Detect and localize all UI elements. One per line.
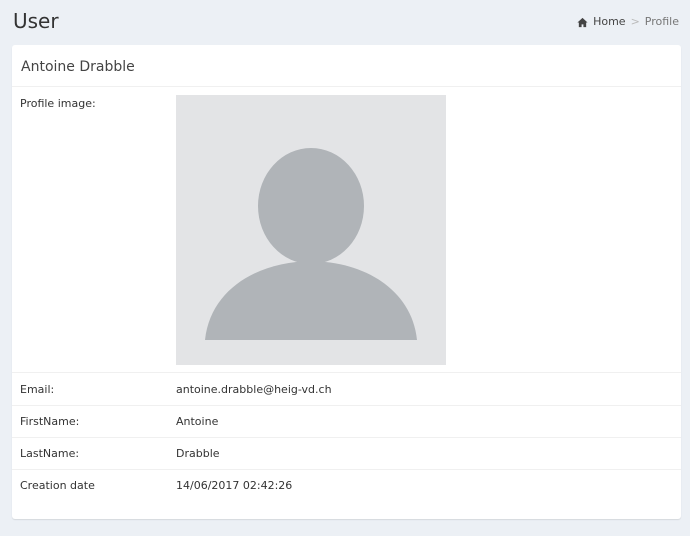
creation-date-value: 14/06/2017 02:42:26 <box>176 479 293 492</box>
email-label: Email: <box>20 383 55 396</box>
breadcrumb-separator: > <box>630 15 640 28</box>
user-silhouette-icon <box>205 148 417 340</box>
breadcrumb-home-link[interactable]: Home <box>593 15 625 29</box>
breadcrumb: Home > Profile <box>577 15 679 29</box>
profile-name: Antoine Drabble <box>21 59 135 75</box>
creation-date-row: Creation date 14/06/2017 02:42:26 <box>12 469 681 503</box>
creation-date-label: Creation date <box>20 479 95 492</box>
avatar <box>176 95 446 365</box>
home-icon <box>577 17 588 27</box>
profile-box-header: Antoine Drabble <box>12 45 681 87</box>
lastname-value: Drabble <box>176 447 220 460</box>
profile-image-row: Profile image: <box>12 88 681 372</box>
breadcrumb-current: Profile <box>644 15 679 28</box>
page-title: User <box>13 9 59 33</box>
email-value: antoine.drabble@heig-vd.ch <box>176 383 332 396</box>
profile-box: Antoine Drabble Profile image: Email: an… <box>12 45 681 519</box>
lastname-row: LastName: Drabble <box>12 437 681 469</box>
content-header: User Home > Profile <box>0 0 690 44</box>
lastname-label: LastName: <box>20 447 80 460</box>
firstname-value: Antoine <box>176 415 219 428</box>
profile-image-label: Profile image: <box>20 97 96 110</box>
firstname-label: FirstName: <box>20 415 80 428</box>
email-row: Email: antoine.drabble@heig-vd.ch <box>12 372 681 405</box>
firstname-row: FirstName: Antoine <box>12 405 681 437</box>
